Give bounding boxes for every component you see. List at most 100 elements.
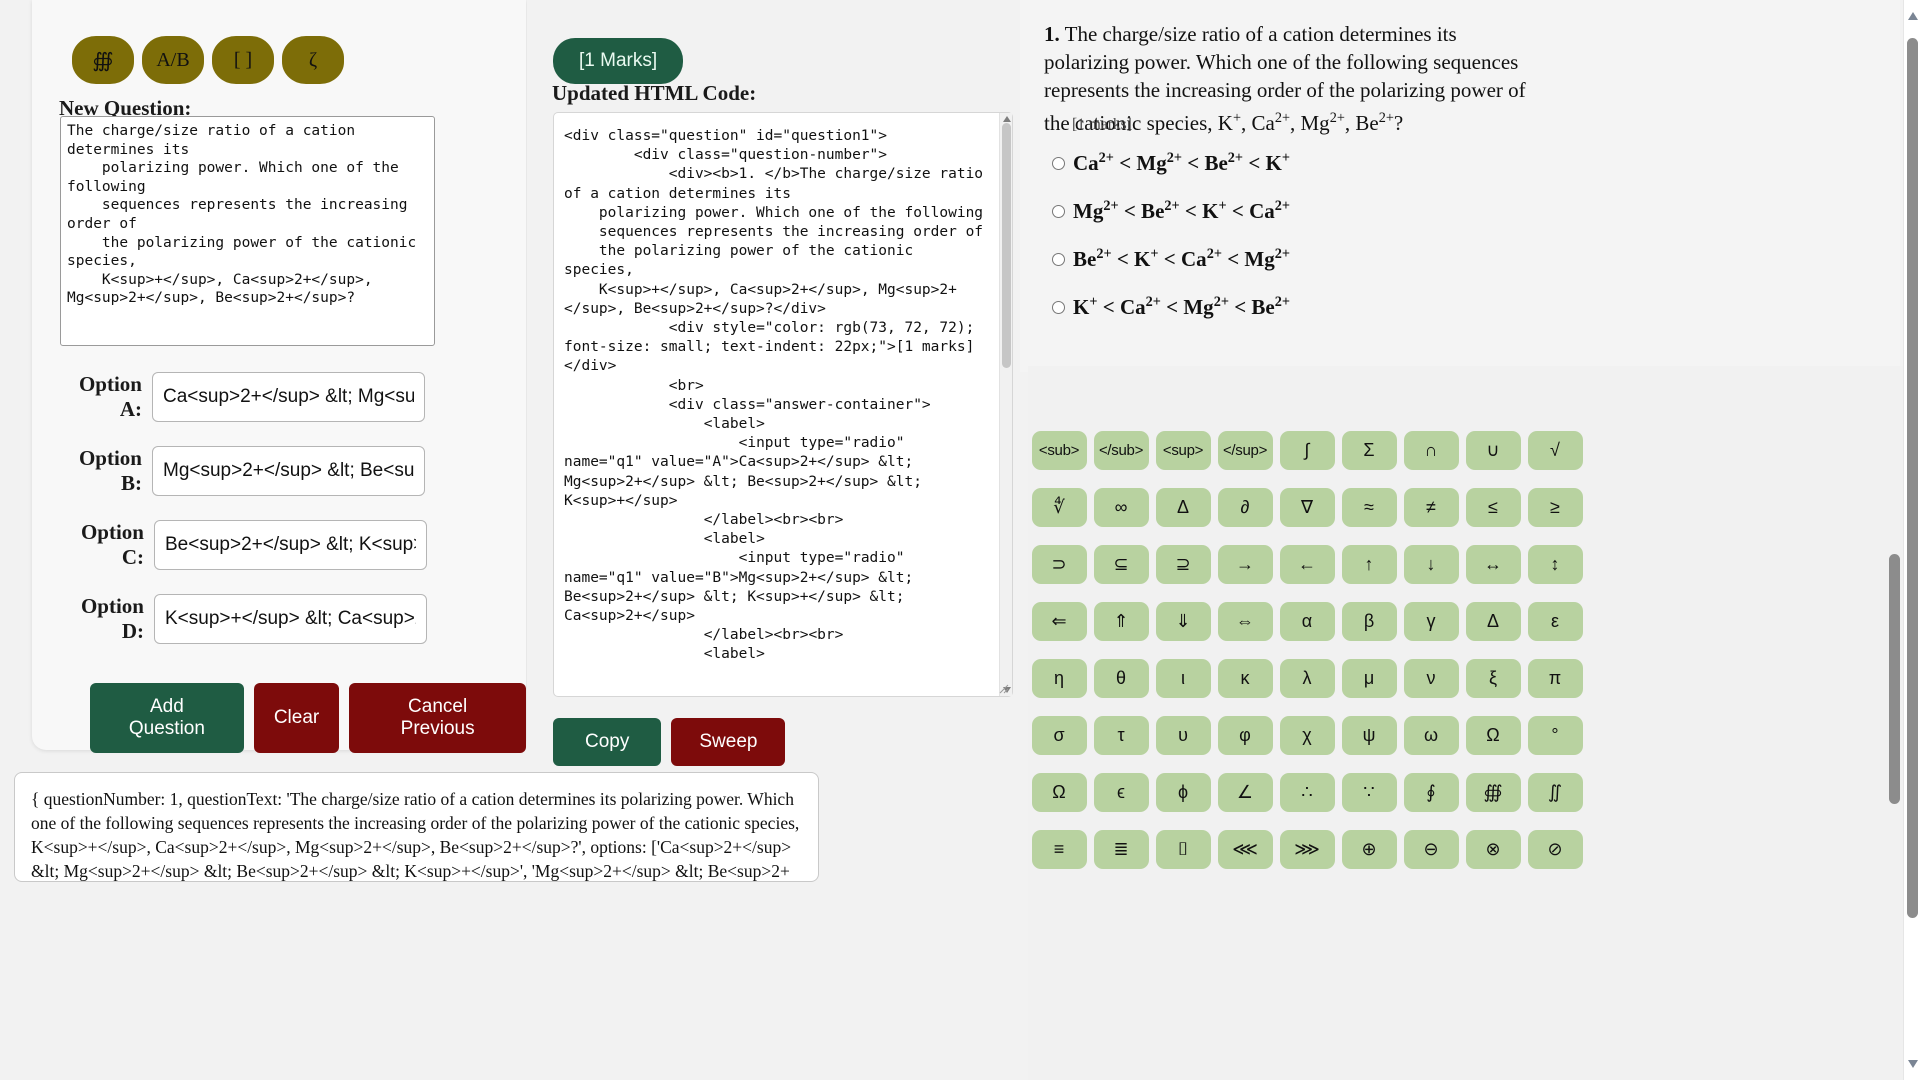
symbol-key-r5-c2[interactable]: θ (1093, 659, 1149, 698)
page-scroll-down-arrow-icon[interactable] (1908, 1060, 1918, 1068)
symbol-key-r1-c3[interactable]: <sup> (1155, 431, 1211, 470)
symbol-key-r4-c6[interactable]: β (1341, 602, 1397, 641)
radio-button-c[interactable] (1052, 253, 1065, 266)
symbol-key-r8-c6[interactable]: ⊕ (1341, 830, 1397, 869)
symbol-key-r5-c6[interactable]: μ (1341, 659, 1397, 698)
brackets-icon[interactable]: [ ] (212, 36, 274, 84)
page-scrollbar[interactable] (1903, 0, 1920, 1080)
symbol-key-r7-c1[interactable]: Ω (1031, 773, 1087, 812)
page-scroll-up-arrow-icon[interactable] (1908, 12, 1918, 20)
symbol-key-r6-c6[interactable]: ψ (1341, 716, 1397, 755)
symbol-key-r5-c1[interactable]: η (1031, 659, 1087, 698)
symbol-key-r4-c2[interactable]: ⇑ (1093, 602, 1149, 641)
code-scroll-thumb[interactable] (1002, 123, 1011, 368)
symbol-key-r4-c8[interactable]: Δ (1465, 602, 1521, 641)
keyboard-scroll-thumb[interactable] (1889, 554, 1900, 804)
symbol-key-r2-c8[interactable]: ≤ (1465, 488, 1521, 527)
symbol-key-r6-c8[interactable]: Ω (1465, 716, 1521, 755)
symbol-key-r4-c3[interactable]: ⇓ (1155, 602, 1211, 641)
symbol-key-r7-c9[interactable]: ∬ (1527, 773, 1583, 812)
preview-answer-option-d[interactable]: K+ < Ca2+ < Mg2+ < Be2+ (1052, 294, 1290, 320)
copy-button[interactable]: Copy (553, 718, 662, 766)
symbol-key-r4-c1[interactable]: ⇐ (1031, 602, 1087, 641)
marks-badge[interactable]: [1 Marks] (553, 38, 684, 84)
symbol-key-r5-c4[interactable]: κ (1217, 659, 1273, 698)
symbol-key-r6-c4[interactable]: φ (1217, 716, 1273, 755)
symbol-key-r2-c5[interactable]: ∇ (1279, 488, 1335, 527)
symbol-key-r8-c5[interactable]: ⋙ (1279, 830, 1335, 869)
symbol-key-r1-c9[interactable]: √ (1527, 431, 1583, 470)
symbol-key-r4-c5[interactable]: α (1279, 602, 1335, 641)
symbol-key-r3-c2[interactable]: ⊆ (1093, 545, 1149, 584)
symbol-key-r1-c7[interactable]: ∩ (1403, 431, 1459, 470)
symbol-key-r1-c6[interactable]: Σ (1341, 431, 1397, 470)
keyboard-scrollbar[interactable] (1889, 424, 1902, 1044)
symbol-key-r2-c1[interactable]: ∜ (1031, 488, 1087, 527)
symbol-key-r3-c8[interactable]: ↔ (1465, 545, 1521, 584)
symbol-key-r7-c7[interactable]: ∮ (1403, 773, 1459, 812)
symbol-key-r6-c2[interactable]: τ (1093, 716, 1149, 755)
clear-button[interactable]: Clear (253, 683, 340, 753)
symbol-key-r7-c8[interactable]: ∰ (1465, 773, 1521, 812)
symbol-key-r1-c2[interactable]: </sub> (1093, 431, 1149, 470)
symbol-key-r1-c5[interactable]: ∫ (1279, 431, 1335, 470)
symbol-key-r4-c7[interactable]: γ (1403, 602, 1459, 641)
symbol-key-r7-c2[interactable]: ϵ (1093, 773, 1149, 812)
zeta-icon[interactable]: ζ (282, 36, 344, 84)
symbol-key-r8-c1[interactable]: ≡ (1031, 830, 1087, 869)
page-scroll-thumb[interactable] (1907, 38, 1918, 918)
resize-grip-icon[interactable] (999, 684, 1009, 694)
symbol-key-r8-c3[interactable]: ⌷ (1155, 830, 1211, 869)
scroll-up-arrow-icon[interactable] (1003, 116, 1011, 122)
symbol-key-r2-c7[interactable]: ≠ (1403, 488, 1459, 527)
symbol-key-r6-c5[interactable]: χ (1279, 716, 1335, 755)
cancel-previous-button[interactable]: Cancel Previous (349, 683, 526, 753)
option-b-input[interactable] (152, 446, 425, 496)
symbol-key-r4-c4[interactable]: ⇔ (1217, 602, 1273, 641)
symbol-key-r3-c9[interactable]: ↕ (1527, 545, 1583, 584)
symbol-key-r3-c4[interactable]: → (1217, 545, 1273, 584)
symbol-key-r5-c8[interactable]: ξ (1465, 659, 1521, 698)
symbol-key-r3-c3[interactable]: ⊇ (1155, 545, 1211, 584)
question-textarea[interactable] (60, 116, 435, 346)
symbol-key-r7-c4[interactable]: ∠ (1217, 773, 1273, 812)
symbol-key-r2-c9[interactable]: ≥ (1527, 488, 1583, 527)
symbol-key-r8-c9[interactable]: ⊘ (1527, 830, 1583, 869)
symbol-key-r1-c4[interactable]: </sup> (1217, 431, 1273, 470)
symbol-key-r8-c2[interactable]: ≣ (1093, 830, 1149, 869)
add-question-button[interactable]: Add Question (90, 683, 244, 753)
preview-answer-option-a[interactable]: Ca2+ < Mg2+ < Be2+ < K+ (1052, 150, 1290, 176)
symbol-key-r7-c3[interactable]: ϕ (1155, 773, 1211, 812)
symbol-key-r5-c9[interactable]: π (1527, 659, 1583, 698)
fraction-ab-icon[interactable]: A/B (142, 36, 204, 84)
symbol-key-r8-c4[interactable]: ⋘ (1217, 830, 1273, 869)
symbol-key-r7-c6[interactable]: ∵ (1341, 773, 1397, 812)
radio-button-b[interactable] (1052, 205, 1065, 218)
code-scrollbar[interactable] (999, 113, 1012, 696)
symbol-key-r7-c5[interactable]: ∴ (1279, 773, 1335, 812)
symbol-key-r2-c6[interactable]: ≈ (1341, 488, 1397, 527)
symbol-key-r2-c2[interactable]: ∞ (1093, 488, 1149, 527)
symbol-key-r3-c6[interactable]: ↑ (1341, 545, 1397, 584)
symbol-key-r8-c8[interactable]: ⊗ (1465, 830, 1521, 869)
preview-answer-option-b[interactable]: Mg2+ < Be2+ < K+ < Ca2+ (1052, 198, 1290, 224)
html-code-textarea[interactable] (553, 112, 1013, 697)
symbol-key-r3-c7[interactable]: ↓ (1403, 545, 1459, 584)
symbol-key-r1-c1[interactable]: <sub> (1031, 431, 1087, 470)
symbol-key-r8-c7[interactable]: ⊖ (1403, 830, 1459, 869)
symbol-key-r5-c7[interactable]: ν (1403, 659, 1459, 698)
option-d-input[interactable] (154, 594, 427, 644)
preview-answer-option-c[interactable]: Be2+ < K+ < Ca2+ < Mg2+ (1052, 246, 1290, 272)
symbol-key-r4-c9[interactable]: ε (1527, 602, 1583, 641)
symbol-key-r2-c4[interactable]: ∂ (1217, 488, 1273, 527)
symbol-key-r6-c3[interactable]: υ (1155, 716, 1211, 755)
symbol-key-r2-c3[interactable]: Δ (1155, 488, 1211, 527)
symbol-key-r6-c1[interactable]: σ (1031, 716, 1087, 755)
sweep-button[interactable]: Sweep (671, 718, 786, 766)
symbol-key-r3-c1[interactable]: ⊃ (1031, 545, 1087, 584)
option-c-input[interactable] (154, 520, 427, 570)
symbol-key-r5-c5[interactable]: λ (1279, 659, 1335, 698)
symbol-key-r6-c7[interactable]: ω (1403, 716, 1459, 755)
symbol-key-r6-c9[interactable]: ° (1527, 716, 1583, 755)
radio-button-a[interactable] (1052, 157, 1065, 170)
